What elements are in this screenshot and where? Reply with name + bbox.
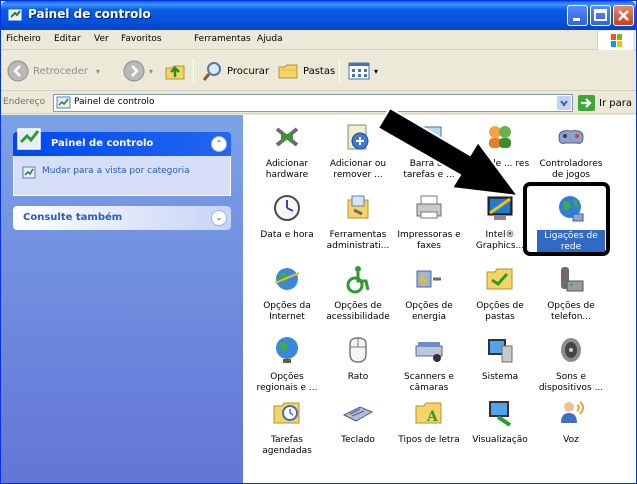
pointer-arrow-annotation bbox=[376, 106, 521, 198]
arrow-shape bbox=[376, 106, 521, 198]
